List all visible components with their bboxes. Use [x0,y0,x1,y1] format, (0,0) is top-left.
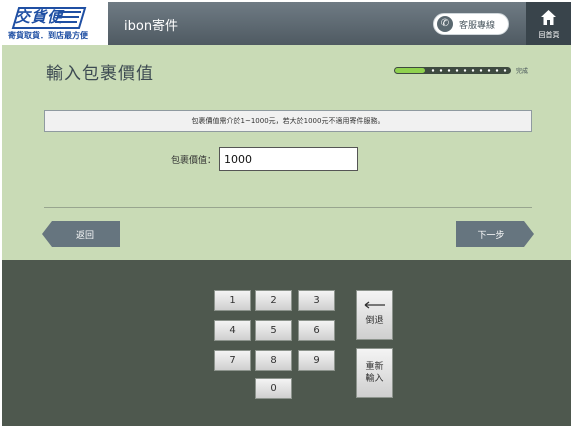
progress-indicator [394,67,511,74]
key-2[interactable]: 2 [255,290,292,311]
logo-slogan: 寄貨取貨．到店最方便 [8,31,88,40]
next-button[interactable]: 下一步 [456,221,534,247]
backspace-arrow-icon [364,301,385,309]
key-3[interactable]: 3 [298,290,335,311]
key-4[interactable]: 4 [214,320,251,341]
value-notice: 包裹價值需介於1~1000元，若大於1000元不適用寄件服務。 [44,110,532,132]
key-5[interactable]: 5 [255,320,292,341]
key-7[interactable]: 7 [214,350,251,371]
reset-label-line1: 重新 [365,362,384,372]
key-1[interactable]: 1 [214,290,251,311]
home-button[interactable]: 回首頁 [526,2,571,45]
backspace-button[interactable]: 倒退 [356,290,393,340]
package-value-label: 包裹價值： [171,156,217,166]
logo-text: 交貨便 [15,8,64,26]
key-8[interactable]: 8 [255,350,292,371]
reset-label-line2: 輸入 [365,374,384,384]
reset-button[interactable]: 重新 輸入 [356,348,393,398]
customer-service-button[interactable]: ✆ 客服專線 [433,13,509,35]
key-0[interactable]: 0 [255,378,292,399]
back-button[interactable]: 返回 [42,221,120,247]
backspace-label: 倒退 [365,316,384,326]
package-value-input[interactable] [219,147,358,171]
home-label: 回首頁 [538,31,560,39]
kiosk-screen: 交貨便 寄貨取貨．到店最方便 ibon寄件 ✆ 客服專線 回首頁 輸入包裹價值 … [2,2,571,426]
customer-service-label: 客服專線 [459,21,496,31]
progress-end-label: 完成 [516,68,529,75]
header-bar: 交貨便 寄貨取貨．到店最方便 ibon寄件 ✆ 客服專線 回首頁 [2,2,571,45]
next-label: 下一步 [477,231,505,241]
section-divider [44,207,532,208]
page-title: 輸入包裹價值 [46,64,154,84]
app-title: ibon寄件 [124,19,179,34]
key-6[interactable]: 6 [298,320,335,341]
key-9[interactable]: 9 [298,350,335,371]
home-icon [541,10,556,25]
brand-logo: 交貨便 寄貨取貨．到店最方便 [2,2,108,45]
phone-icon: ✆ [437,16,453,32]
back-label: 返回 [75,231,94,241]
keypad-area: 1 2 3 4 5 6 7 8 9 0 倒退 重新 輸入 [2,260,571,426]
